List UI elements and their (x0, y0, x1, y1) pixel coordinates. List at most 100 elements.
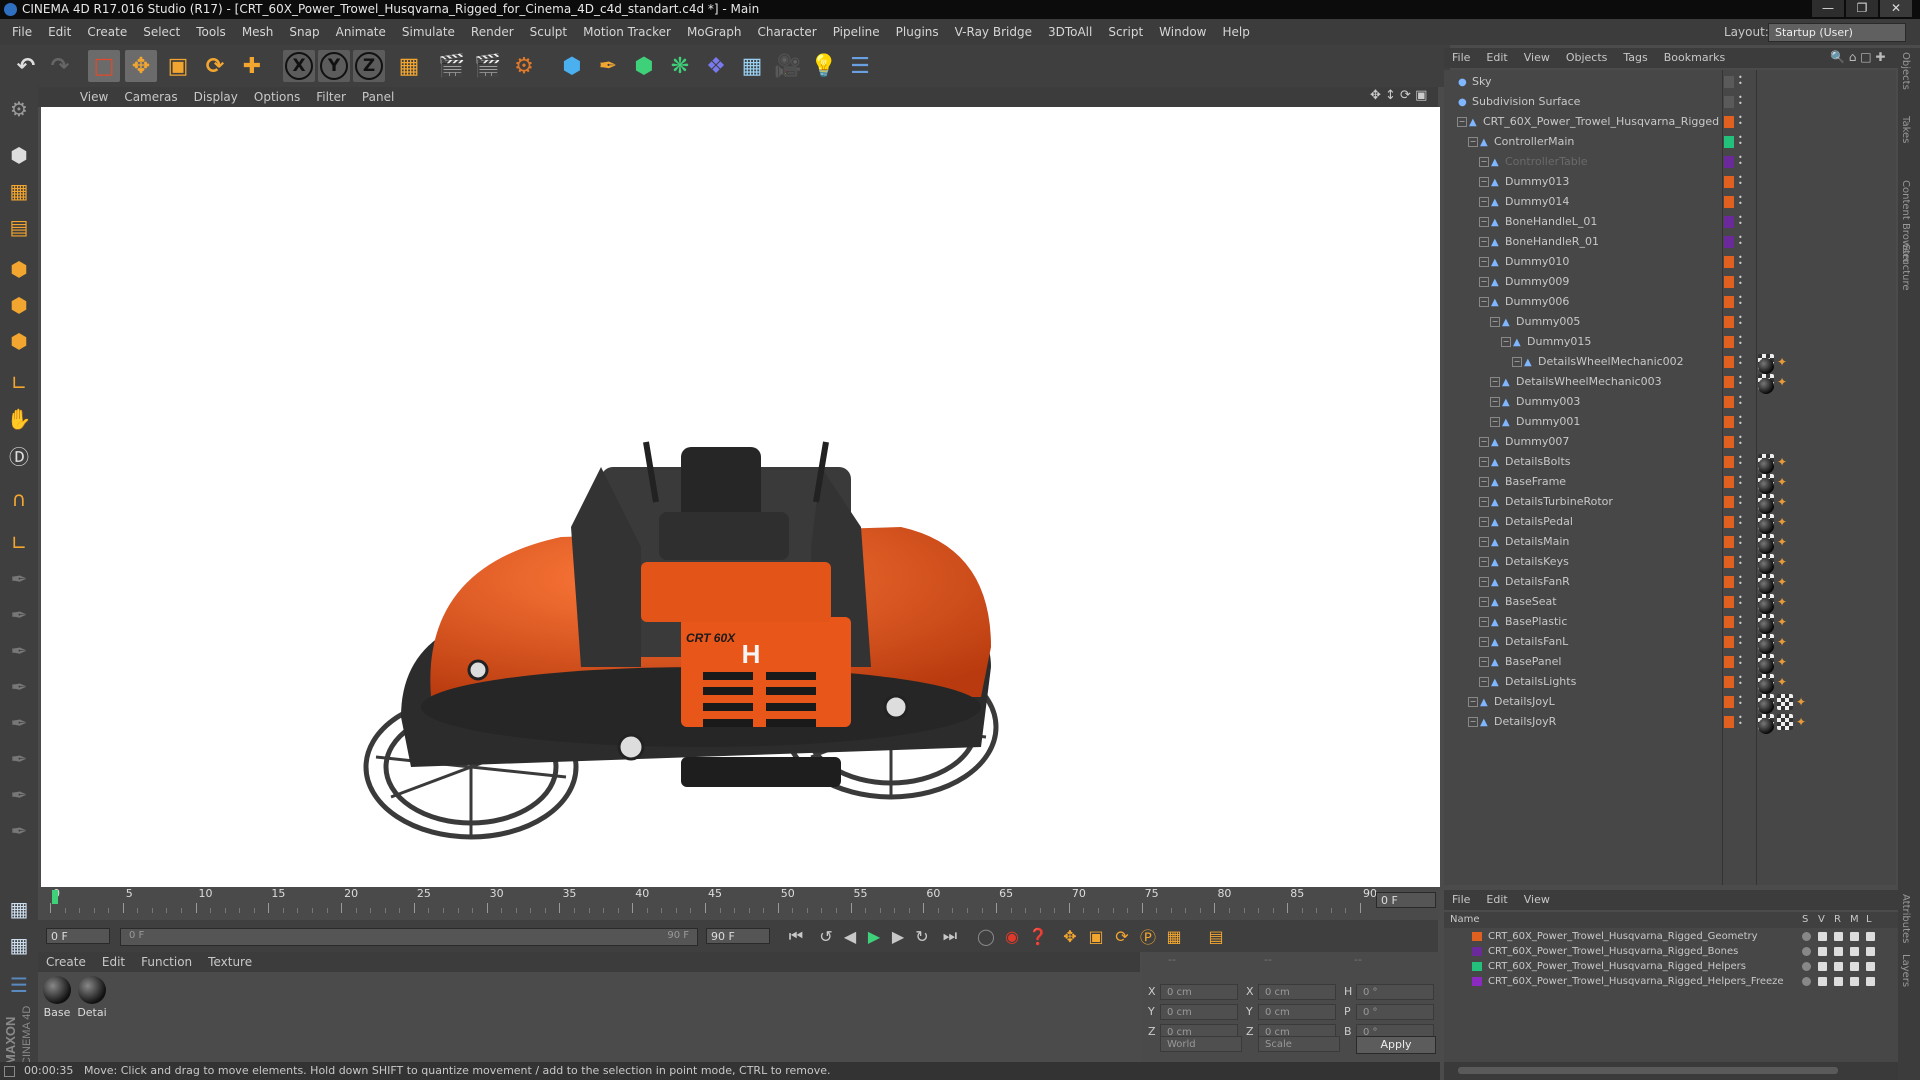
layer-color-swatch[interactable] (1724, 716, 1734, 728)
visibility-dots-icon[interactable]: • • (1738, 654, 1744, 668)
workplane-icon[interactable]: ▤ (3, 211, 35, 243)
menu-file[interactable]: File (4, 19, 40, 45)
material-tag-icon[interactable] (1758, 698, 1774, 714)
menu-mesh[interactable]: Mesh (234, 19, 282, 45)
magnet-icon[interactable]: ∩ (3, 483, 35, 515)
expand-toggle-icon[interactable]: − (1479, 457, 1489, 467)
visibility-dots-icon[interactable]: • • (1738, 194, 1744, 208)
make-editable-icon[interactable]: ⚙ (3, 93, 35, 125)
layer-lock-icon[interactable] (1866, 977, 1875, 986)
object-row[interactable]: − ▲ Dummy014 (1444, 192, 1896, 212)
current-frame-field[interactable]: 0 F (1376, 892, 1436, 908)
layer-color-swatch[interactable] (1472, 947, 1482, 956)
viewport-menu-cameras[interactable]: Cameras (116, 87, 185, 107)
object-menu-view[interactable]: View (1516, 48, 1558, 68)
expand-toggle-icon[interactable]: − (1479, 617, 1489, 627)
material-menu-function[interactable]: Function (133, 952, 200, 972)
layer-color-swatch[interactable] (1724, 636, 1734, 648)
expand-toggle-icon[interactable]: − (1479, 517, 1489, 527)
layer-row[interactable]: CRT_60X_Power_Trowel_Husqvarna_Rigged_He… (1444, 974, 1898, 989)
playhead-marker[interactable] (52, 890, 58, 904)
menu-animate[interactable]: Animate (328, 19, 394, 45)
layer-render-icon[interactable] (1834, 947, 1843, 956)
layer-color-swatch[interactable] (1724, 136, 1734, 148)
coordinate-scale-dropdown[interactable]: Scale (1258, 1036, 1340, 1052)
object-row[interactable]: − ▲ DetailsLights (1444, 672, 1896, 692)
object-row[interactable]: − ▲ DetailsMain (1444, 532, 1896, 552)
3d-viewport[interactable]: H CRT 60X (41, 107, 1440, 887)
material-menu-edit[interactable]: Edit (94, 952, 133, 972)
visibility-dots-icon[interactable]: • • (1738, 674, 1744, 688)
layer-color-swatch[interactable] (1472, 962, 1482, 971)
brush-tool-1-icon[interactable]: ✒ (3, 563, 35, 595)
object-row[interactable]: ● Subdivision Surface (1444, 92, 1896, 112)
viewport-menu-options[interactable]: Options (246, 87, 308, 107)
menu-character[interactable]: Character (749, 19, 824, 45)
visibility-dots-icon[interactable]: • • (1738, 214, 1744, 228)
expand-toggle-icon[interactable]: − (1479, 657, 1489, 667)
layer-color-swatch[interactable] (1724, 256, 1734, 268)
object-row[interactable]: − ▲ DetailsWheelMechanic003 (1444, 372, 1896, 392)
layer-color-swatch[interactable] (1724, 196, 1734, 208)
move-icon[interactable]: ✥ (125, 50, 157, 82)
coord-rotation-field[interactable]: 0 ° (1356, 984, 1434, 1000)
layer-color-swatch[interactable] (1724, 656, 1734, 668)
visibility-dots-icon[interactable]: • • (1738, 294, 1744, 308)
layer-color-swatch[interactable] (1724, 276, 1734, 288)
material-tag-icon[interactable] (1758, 718, 1774, 734)
layer-color-swatch[interactable] (1724, 96, 1734, 108)
key-rotation-icon[interactable]: ⟳ (1110, 924, 1134, 948)
material-swatch[interactable]: Base (42, 976, 72, 1019)
object-menu-tags[interactable]: Tags (1615, 48, 1655, 68)
material-tag-icon[interactable] (1758, 498, 1774, 514)
expand-toggle-icon[interactable]: − (1457, 117, 1467, 127)
nurbs-icon[interactable]: ⬢ (628, 50, 660, 82)
visibility-dots-icon[interactable]: • • (1738, 374, 1744, 388)
object-row[interactable]: − ▲ DetailsPedal (1444, 512, 1896, 532)
expand-toggle-icon[interactable]: − (1468, 717, 1478, 727)
object-row[interactable]: − ▲ ControllerTable (1444, 152, 1896, 172)
visibility-dots-icon[interactable]: • • (1738, 434, 1744, 448)
object-row[interactable]: − ▲ DetailsBolts (1444, 452, 1896, 472)
xpresso-tag-icon[interactable]: ✦ (1777, 374, 1793, 390)
object-row[interactable]: − ▲ BasePlastic (1444, 612, 1896, 632)
render-settings-icon[interactable]: ⚙ (508, 50, 540, 82)
visibility-dots-icon[interactable]: • • (1738, 574, 1744, 588)
xpresso-tag-icon[interactable]: ✦ (1777, 594, 1793, 610)
menu-help[interactable]: Help (1214, 19, 1257, 45)
visibility-dots-icon[interactable]: • • (1738, 354, 1744, 368)
side-tab-layers[interactable]: Layers (1900, 954, 1911, 987)
spline-pen-icon[interactable]: ✒ (592, 50, 624, 82)
expand-toggle-icon[interactable]: − (1479, 297, 1489, 307)
menu-motion-tracker[interactable]: Motion Tracker (575, 19, 679, 45)
object-row[interactable]: − ▲ DetailsKeys (1444, 552, 1896, 572)
visibility-dots-icon[interactable]: • • (1738, 554, 1744, 568)
maximize-button[interactable]: ❐ (1846, 0, 1878, 17)
layer-color-swatch[interactable] (1472, 932, 1482, 941)
add-object-icon[interactable]: ✚ (236, 50, 268, 82)
material-tag-icon[interactable] (1758, 378, 1774, 394)
material-menu-create[interactable]: Create (38, 952, 94, 972)
xpresso-tag-icon[interactable]: ✦ (1777, 674, 1793, 690)
object-menu-edit[interactable]: Edit (1478, 48, 1515, 68)
visibility-dots-icon[interactable]: • • (1738, 454, 1744, 468)
side-tab-objects[interactable]: Objects (1900, 52, 1911, 90)
snap-icon[interactable]: Ⓓ (3, 439, 35, 471)
expand-toggle-icon[interactable]: − (1479, 597, 1489, 607)
material-menu-texture[interactable]: Texture (200, 952, 260, 972)
layer-row[interactable]: CRT_60X_Power_Trowel_Husqvarna_Rigged_Ge… (1444, 929, 1898, 944)
expand-toggle-icon[interactable]: − (1468, 137, 1478, 147)
visibility-dots-icon[interactable]: • • (1738, 234, 1744, 248)
visibility-dots-icon[interactable]: • • (1738, 594, 1744, 608)
layer-manager-icon[interactable] (1850, 932, 1859, 941)
object-row[interactable]: − ▲ Dummy009 (1444, 272, 1896, 292)
layer-color-swatch[interactable] (1724, 396, 1734, 408)
material-tag-icon[interactable] (1758, 478, 1774, 494)
expand-toggle-icon[interactable]: − (1479, 677, 1489, 687)
visibility-dots-icon[interactable]: • • (1738, 274, 1744, 288)
visibility-dots-icon[interactable]: • • (1738, 514, 1744, 528)
xpresso-tag-icon[interactable]: ✦ (1777, 514, 1793, 530)
object-row[interactable]: − ▲ BaseSeat (1444, 592, 1896, 612)
expand-toggle-icon[interactable]: − (1479, 237, 1489, 247)
layer-row[interactable]: CRT_60X_Power_Trowel_Husqvarna_Rigged_Bo… (1444, 944, 1898, 959)
